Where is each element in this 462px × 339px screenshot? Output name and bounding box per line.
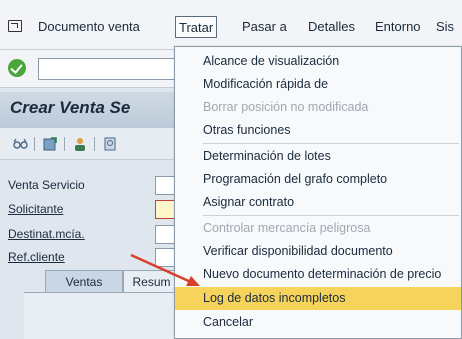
menu-item-borrar-posicion: Borrar posición no modificada	[203, 100, 369, 114]
menu-item-controlar-mercancia: Controlar mercancía peligrosa	[203, 221, 371, 235]
menu-pasar-a[interactable]: Pasar a	[242, 16, 287, 38]
tab-ventas[interactable]: Ventas	[45, 270, 123, 292]
menu-item-otras-funciones[interactable]: Otras funciones	[175, 119, 461, 142]
menu-separator	[203, 143, 459, 144]
tab-strip: Ventas Resum	[0, 270, 180, 339]
menu-entorno[interactable]: Entorno	[375, 16, 421, 38]
menu-item-modificacion-rapida[interactable]: Modificación rápida de	[175, 73, 461, 96]
destinatario-label: Destinat.mcía.	[8, 227, 85, 241]
toolbar-separator	[34, 137, 35, 151]
title-bar: Crear Venta Se	[0, 92, 180, 128]
toolbar-separator	[64, 137, 65, 151]
system-menu-icon[interactable]	[8, 20, 22, 32]
menu-sistema[interactable]: Sis	[436, 16, 454, 38]
tab-resumen[interactable]: Resum	[123, 270, 180, 292]
menu-item-cancelar[interactable]: Cancelar	[175, 311, 461, 334]
enter-check-icon[interactable]	[8, 59, 26, 77]
business-partner-icon[interactable]	[72, 136, 88, 152]
solicitante-label: Solicitante	[8, 202, 64, 216]
menu-item-determinacion-lotes[interactable]: Determinación de lotes	[175, 145, 461, 168]
venta-servicio-label: Venta Servicio	[8, 178, 85, 192]
ref-cliente-label: Ref.cliente	[8, 250, 65, 264]
tab-content	[24, 292, 180, 339]
application-toolbar	[0, 128, 180, 160]
menu-separator	[203, 215, 459, 216]
menu-item-asignar-contrato[interactable]: Asignar contrato	[175, 191, 461, 214]
glasses-icon[interactable]	[12, 136, 28, 152]
header-details-icon[interactable]	[102, 136, 118, 152]
menu-tratar[interactable]: Tratar	[175, 16, 218, 38]
item-overview-icon[interactable]	[42, 136, 58, 152]
menu-item-alcance-visualizacion[interactable]: Alcance de visualización	[175, 50, 461, 73]
menu-documento-venta[interactable]: Documento venta	[38, 16, 140, 38]
menu-item-verificar-disponibilidad[interactable]: Verificar disponibilidad documento	[175, 240, 461, 263]
command-field[interactable]	[38, 58, 178, 80]
menu-item-log-datos-incompletos[interactable]: Log de datos incompletos	[175, 287, 461, 310]
page-title: Crear Venta Se	[10, 98, 131, 117]
menu-bar: Documento venta Tratar Pasar a Detalles …	[0, 0, 462, 50]
menu-detalles[interactable]: Detalles	[308, 16, 355, 38]
menu-item-nuevo-documento-precio[interactable]: Nuevo documento determinación de precio	[175, 263, 461, 286]
tratar-dropdown-menu: Alcance de visualización Modificación rá…	[174, 46, 462, 339]
menu-item-programacion-grafo[interactable]: Programación del grafo completo	[175, 168, 461, 191]
toolbar-separator	[94, 137, 95, 151]
